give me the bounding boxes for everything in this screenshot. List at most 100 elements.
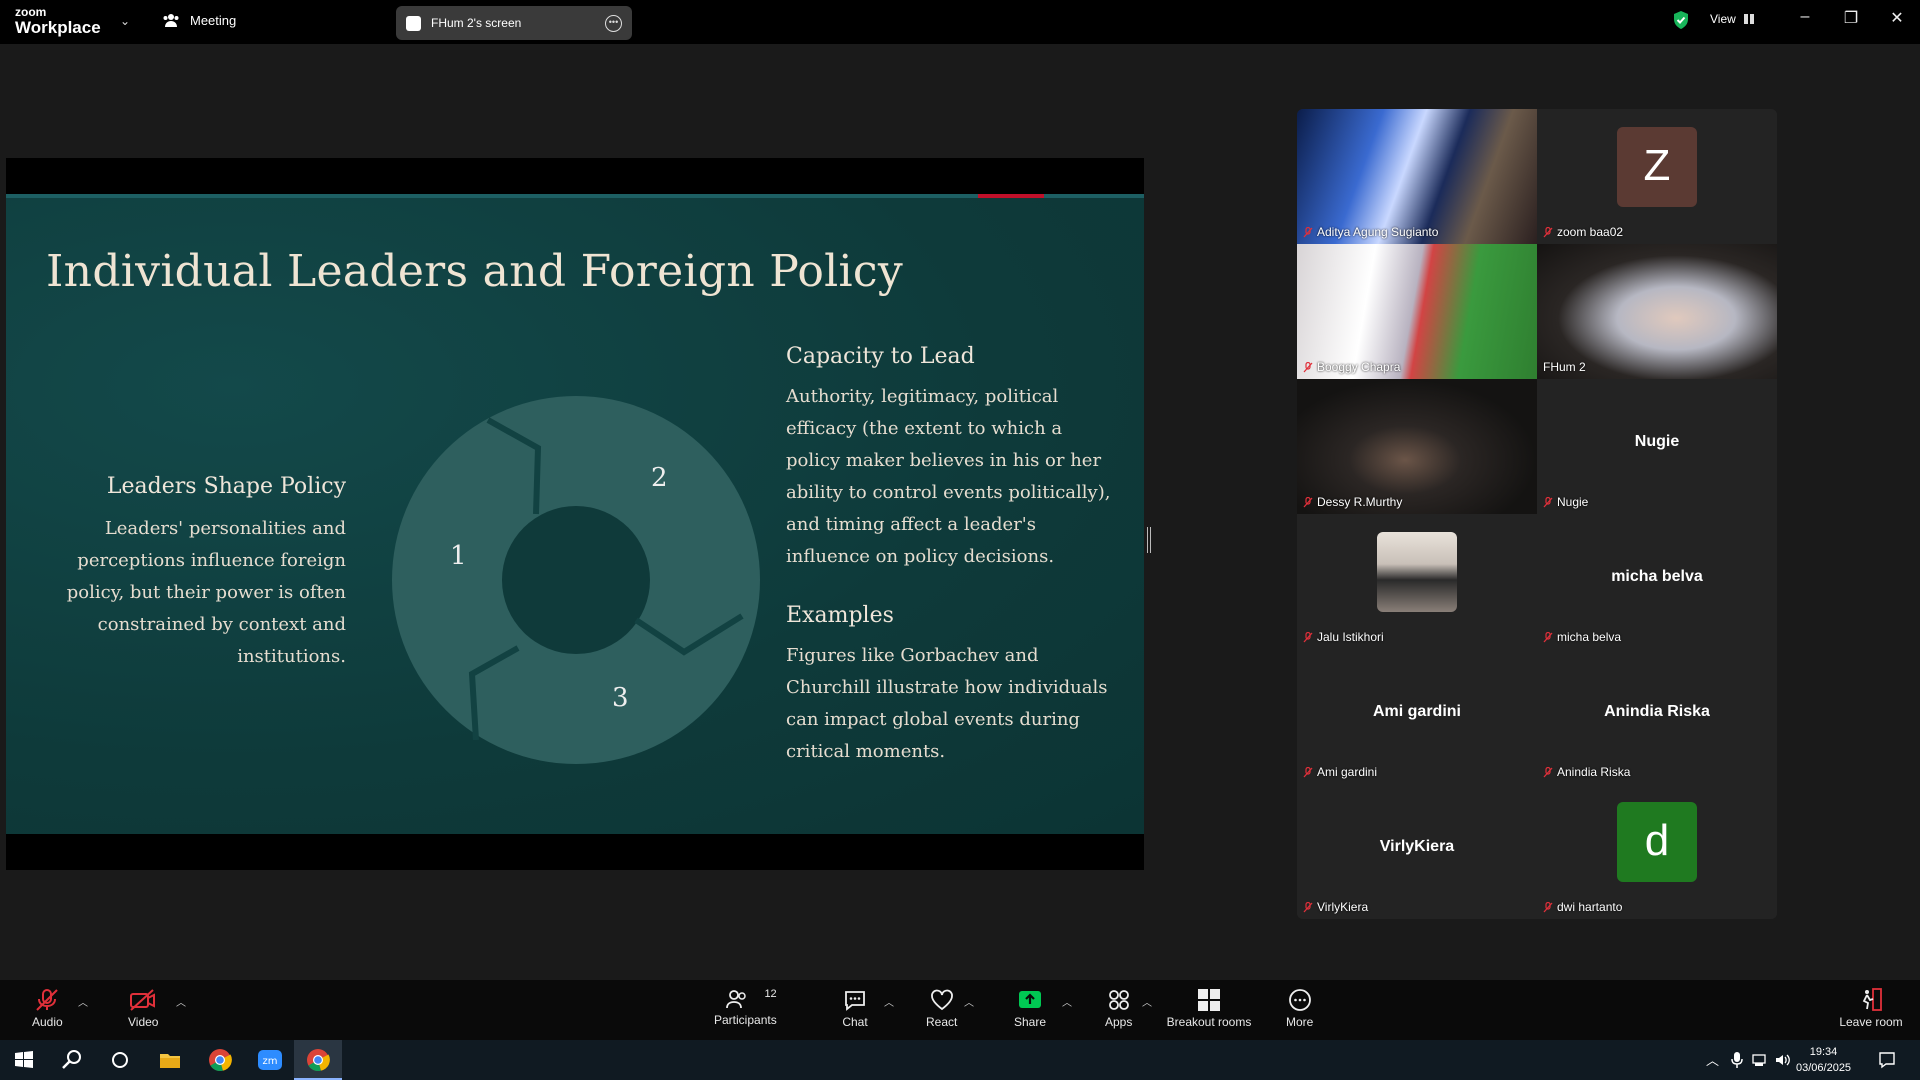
participant-tile-zoom-baa02[interactable]: Zzoom baa02 — [1537, 109, 1777, 244]
participant-name-label: Anindia Riska — [1543, 765, 1630, 779]
participant-name-label: micha belva — [1543, 630, 1621, 644]
video-options-caret-icon[interactable]: ︿ — [176, 994, 186, 1009]
shared-screen-tab[interactable]: FHum 2's screen ••• — [396, 6, 632, 40]
leave-room-label: Leave room — [1839, 1015, 1903, 1029]
chevron-down-icon[interactable]: ⌄ — [120, 14, 130, 28]
right-paragraph-examples: Figures like Gorbachev and Churchill ill… — [786, 645, 1108, 762]
share-label: Share — [1014, 1015, 1047, 1029]
participants-button[interactable]: 12 Participants — [714, 988, 777, 1027]
windows-taskbar: zm ︿ 19:34 03/06/2025 — [0, 1040, 1920, 1080]
notification-icon[interactable] — [1878, 1051, 1896, 1069]
logo-workplace-text: Workplace — [15, 18, 101, 37]
participant-name: Ami gardini — [1317, 765, 1378, 779]
right-text-block: Capacity to Lead Authority, legitimacy, … — [786, 344, 1116, 798]
ellipsis-icon[interactable]: ••• — [605, 14, 622, 32]
apps-options-caret-icon[interactable]: ︿ — [1142, 994, 1152, 1009]
grid-view-icon — [1743, 14, 1754, 24]
participant-tile-dwi-hartanto[interactable]: d dwi hartanto — [1537, 784, 1777, 919]
search-icon[interactable] — [58, 1046, 86, 1074]
participant-name-label: Dessy R.Murthy — [1303, 495, 1402, 509]
breakout-rooms-button[interactable]: Breakout rooms — [1166, 988, 1252, 1029]
left-text-block: Leaders Shape Policy Leaders' personalit… — [46, 474, 346, 673]
cycle-label-2: 2 — [651, 463, 668, 493]
participant-tile-anindia-riska[interactable]: Anindia Riska Anindia Riska — [1537, 649, 1777, 784]
breakout-rooms-label: Breakout rooms — [1166, 1015, 1252, 1029]
apps-icon — [1108, 990, 1129, 1010]
participant-tile-virlykiera[interactable]: VirlyKiera VirlyKiera — [1297, 784, 1537, 919]
view-button[interactable]: View — [1710, 12, 1754, 26]
participant-name: Booggy Chapra — [1317, 360, 1401, 374]
chat-button[interactable]: Chat — [842, 988, 868, 1029]
react-options-caret-icon[interactable]: ︿ — [964, 994, 974, 1009]
video-button[interactable]: Video — [128, 988, 158, 1029]
participant-name: Anindia Riska — [1557, 765, 1631, 779]
leave-door-icon — [1862, 988, 1882, 1011]
microphone-tray-icon[interactable] — [1730, 1051, 1744, 1069]
network-icon[interactable] — [1752, 1052, 1768, 1068]
participant-tile-dessy-r-murthy[interactable]: Dessy R.Murthy — [1297, 379, 1537, 514]
more-button[interactable]: More — [1286, 988, 1313, 1029]
share-options-caret-icon[interactable]: ︿ — [1062, 994, 1072, 1009]
participants-count: 12 — [764, 988, 777, 1000]
muted-mic-icon — [1543, 631, 1553, 642]
participant-name-label: VirlyKiera — [1303, 900, 1368, 914]
participant-display-name: Ami gardini — [1372, 703, 1461, 720]
react-button[interactable]: React — [926, 988, 957, 1029]
system-clock[interactable]: 19:34 03/06/2025 — [1796, 1044, 1851, 1076]
participant-tile-fhum-2[interactable]: FHum 2 — [1537, 244, 1777, 379]
close-icon[interactable]: ✕ — [1882, 8, 1912, 32]
participant-tile-ami-gardini[interactable]: Ami gardini Ami gardini — [1297, 649, 1537, 784]
participant-name: Jalu Istikhori — [1317, 630, 1384, 644]
svg-text:zm: zm — [263, 1056, 278, 1067]
cortana-icon[interactable] — [106, 1046, 134, 1074]
view-label: View — [1710, 12, 1736, 26]
audio-button[interactable]: Audio — [32, 988, 63, 1029]
resize-handle[interactable] — [1147, 527, 1151, 553]
participant-name: dwi hartanto — [1557, 900, 1623, 914]
participant-name: Nugie — [1557, 495, 1589, 509]
muted-mic-icon — [1543, 496, 1553, 507]
participant-tile-nugie[interactable]: Nugie Nugie — [1537, 379, 1777, 514]
participant-name-label: Jalu Istikhori — [1303, 630, 1384, 644]
zoom-app-icon[interactable]: zm — [256, 1046, 284, 1074]
apps-button[interactable]: Apps — [1105, 988, 1132, 1029]
chrome-icon — [307, 1049, 330, 1072]
security-shield-icon[interactable] — [1672, 10, 1690, 30]
audio-options-caret-icon[interactable]: ︿ — [78, 994, 88, 1009]
apps-label: Apps — [1105, 1015, 1133, 1029]
participant-name-label: Nugie — [1543, 495, 1588, 509]
meeting-toolbar: Audio ︿ Video ︿ 12 Participants Chat ︿ R… — [0, 980, 1920, 1040]
volume-icon[interactable] — [1774, 1052, 1792, 1068]
muted-mic-icon — [1543, 766, 1553, 777]
chat-label: Chat — [842, 1015, 868, 1029]
participant-display-name: Anindia Riska — [1604, 703, 1710, 720]
chat-options-caret-icon[interactable]: ︿ — [884, 994, 894, 1009]
right-heading-examples: Examples — [786, 603, 894, 628]
zoom-workplace-logo[interactable]: zoom Workplace — [15, 6, 101, 36]
left-heading: Leaders Shape Policy — [106, 474, 346, 499]
participant-tile-jalu-istikhori[interactable]: Jalu Istikhori — [1297, 514, 1537, 649]
participant-tile-booggy-chapra[interactable]: Booggy Chapra — [1297, 244, 1537, 379]
participant-tile-micha-belva[interactable]: micha belva micha belva — [1537, 514, 1777, 649]
audio-label: Audio — [32, 1015, 63, 1029]
chrome-icon[interactable] — [206, 1046, 234, 1074]
participant-name: micha belva — [1557, 630, 1622, 644]
file-explorer-icon[interactable] — [156, 1046, 184, 1074]
clock-time: 19:34 — [1809, 1046, 1838, 1058]
logo-zoom-text: zoom — [15, 5, 47, 19]
video-off-icon — [130, 989, 156, 1011]
windows-start-icon[interactable] — [10, 1046, 38, 1074]
meeting-label: Meeting — [190, 12, 237, 28]
avatar — [1377, 532, 1457, 612]
active-taskbar-slot[interactable] — [294, 1040, 342, 1080]
meeting-menu-button[interactable]: Meeting — [162, 12, 236, 28]
share-button[interactable]: Share — [1014, 988, 1046, 1029]
video-feed — [1297, 379, 1537, 514]
participant-name-label: Ami gardini — [1303, 765, 1377, 779]
muted-mic-icon — [1303, 631, 1313, 642]
tray-expand-icon[interactable]: ︿ — [1706, 1050, 1719, 1069]
restore-icon[interactable]: ❐ — [1836, 8, 1866, 32]
minimize-icon[interactable]: – — [1790, 8, 1820, 32]
leave-room-button[interactable]: Leave room — [1838, 988, 1904, 1029]
participant-tile-aditya-agung-sugianto[interactable]: Aditya Agung Sugianto — [1297, 109, 1537, 244]
